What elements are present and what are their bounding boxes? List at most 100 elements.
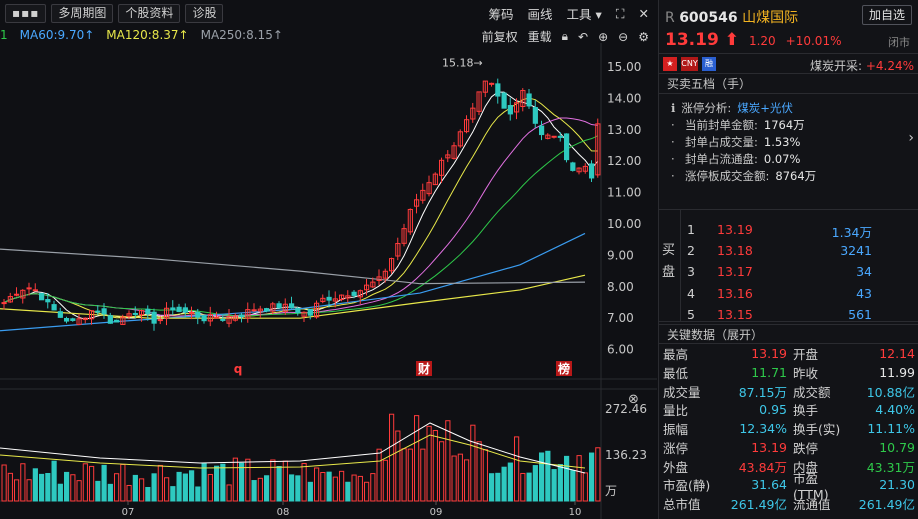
volume-bar (182, 473, 188, 502)
price-tick: 6.00 (607, 343, 634, 357)
volume-bar (14, 479, 20, 502)
orderbook-title[interactable]: 买卖五档（手） (659, 74, 918, 94)
key-data-row: 市盈(静) 31.64 市盈(TTM) 21.30 (659, 471, 918, 502)
key-l: 成交量 (663, 384, 701, 400)
volume-bar (295, 475, 301, 502)
key-l2: 换手(实) (793, 422, 841, 438)
gear-icon[interactable]: ⚙ (638, 30, 649, 44)
key-data-row: 量比 0.95 换手 4.40% (659, 400, 918, 419)
chevron-right-icon[interactable]: › (908, 130, 914, 146)
bid-level: 4 (687, 285, 695, 301)
multi-period-button[interactable]: 多周期图 (51, 4, 114, 23)
volume-bar (307, 481, 313, 502)
volume-bar (226, 484, 232, 502)
limit-line: · 封单占成交量: 1.53% (671, 135, 801, 149)
limit-line: · 涨停板成交金额: 8764万 (671, 169, 817, 183)
price-tick: 15.00 (607, 60, 641, 74)
price-tick: 14.00 (607, 91, 641, 105)
volume-bar (470, 424, 476, 502)
close-volume-icon: ⊗ (628, 392, 639, 407)
bid-row[interactable]: 1 13.19 1.34万 (687, 222, 887, 243)
key-v2: 261.49亿 (858, 497, 915, 513)
volume-bar (401, 448, 407, 502)
key-v: 261.49亿 (730, 497, 787, 513)
volume-bar (370, 473, 376, 502)
volume-bar (545, 450, 551, 502)
bid-row[interactable]: 3 13.17 34 (687, 264, 887, 285)
chart-area[interactable]: ▪▪▪ 多周期图 个股资料 诊股 筹码 画线 工具 ▾ ⛶ ✕ 1 MA60:9… (0, 0, 657, 519)
tools-menu[interactable]: 工具 ▾ (566, 4, 601, 23)
lock-icon[interactable]: 🔒︎ (562, 29, 568, 44)
event-marker: q (234, 362, 243, 376)
volume-bar (245, 458, 251, 502)
chips-button[interactable]: 筹码 (488, 4, 513, 23)
key-l2: 成交额 (793, 384, 831, 400)
volume-bar (139, 478, 145, 502)
candle-body (326, 296, 332, 301)
key-v2: 10.88亿 (866, 384, 915, 400)
key-v: 13.19 (751, 345, 787, 361)
draw-line-button[interactable]: 画线 (527, 4, 552, 23)
key-v: 0.95 (759, 402, 787, 418)
chart-toolbar: ▪▪▪ 多周期图 个股资料 诊股 筹码 画线 工具 ▾ ⛶ ✕ (0, 0, 657, 27)
bid-price: 13.17 (717, 264, 753, 280)
volume-bar (382, 459, 388, 502)
menu-button[interactable]: ▪▪▪ (5, 4, 47, 23)
volume-bar (301, 462, 307, 502)
volume-bar (539, 452, 545, 502)
bid-label: 买盘 (662, 243, 676, 280)
stock-profile-button[interactable]: 个股资料 (118, 4, 181, 23)
volume-bar (332, 476, 338, 502)
volume-bar (557, 464, 563, 502)
volume-bar (51, 460, 57, 502)
volume-bar (39, 473, 45, 502)
bid-price: 13.18 (717, 243, 753, 259)
volume-bar (164, 477, 170, 502)
undo-icon[interactable]: ↶ (578, 30, 588, 44)
key-data-row: 振幅 12.34% 换手(实) 11.11% (659, 419, 918, 438)
bid-volume: 1.34万 (831, 225, 872, 240)
key-l2: 跌停 (793, 440, 819, 456)
volume-bar (526, 472, 532, 502)
zoom-in-icon[interactable]: ⊕ (598, 30, 608, 44)
volume-bar (270, 459, 276, 502)
key-data-title[interactable]: 关键数据（展开） (659, 324, 918, 344)
candle-body (539, 125, 545, 136)
key-l2: 开盘 (793, 346, 819, 362)
volume-bar (339, 470, 345, 502)
diagnose-button[interactable]: 诊股 (185, 4, 224, 23)
volume-bar (26, 479, 32, 502)
fullscreen-icon[interactable]: ⛶ (616, 6, 625, 22)
add-watchlist-button[interactable]: 加自选 (861, 5, 912, 25)
candle-body (295, 307, 301, 314)
volume-bar (57, 483, 63, 502)
volume-bar (1, 464, 7, 502)
volume-bar (151, 473, 157, 502)
sector-info[interactable]: 煤炭开采: +4.24% (810, 57, 914, 74)
zoom-out-icon[interactable]: ⊖ (618, 30, 628, 44)
key-v: 11.71 (751, 364, 787, 380)
market-status: 闭市 (888, 36, 910, 49)
candle-body (132, 312, 138, 315)
candle-body (195, 311, 201, 318)
volume-bar (170, 486, 176, 502)
volume-bar (114, 473, 120, 502)
volume-bar (7, 472, 13, 502)
close-icon[interactable]: ✕ (639, 6, 649, 21)
volume-bar (476, 441, 482, 502)
candle-body (170, 307, 176, 311)
volume-bar (101, 464, 107, 502)
stock-code: 600546 (679, 10, 738, 26)
bid-row[interactable]: 2 13.18 3241 (687, 243, 887, 264)
price-tick: 12.00 (607, 154, 641, 168)
candle-body (114, 319, 120, 323)
bid-row[interactable]: 4 13.16 43 (687, 286, 887, 307)
candle-body (95, 310, 101, 313)
volume-bar (351, 474, 357, 502)
key-l2: 昨收 (793, 365, 819, 381)
candle-body (489, 82, 495, 85)
kline-chart[interactable]: 15.00 14.00 13.00 12.00 11.00 10.00 9.00 8.00 7.… (0, 43, 657, 519)
volume-bar (320, 472, 326, 502)
volume-bar (120, 463, 126, 502)
candle-body (39, 292, 45, 301)
